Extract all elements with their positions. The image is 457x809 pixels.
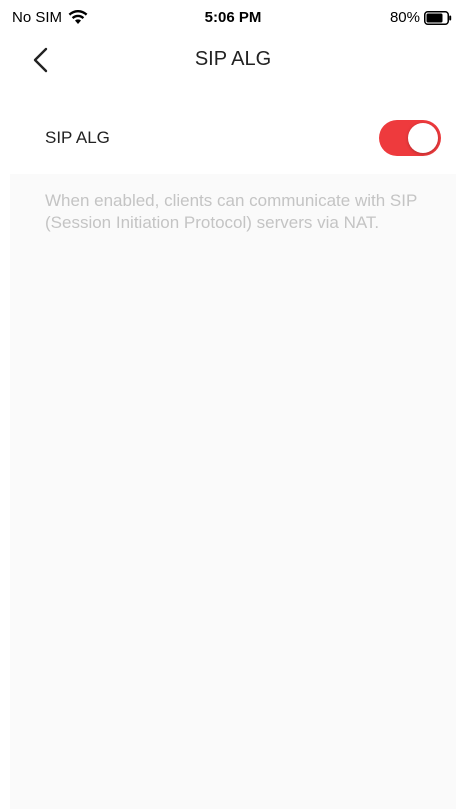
- app-screen: No SIM 5:06 PM 80% SIP ALG SIP ALG When …: [10, 0, 456, 809]
- setting-row-sip-alg: SIP ALG: [10, 84, 456, 174]
- page-title: SIP ALG: [194, 48, 272, 70]
- content-area: SIP ALG When enabled, clients can commun…: [10, 84, 456, 809]
- battery-percent: 80%: [389, 9, 420, 26]
- nav-bar: SIP ALG: [10, 36, 456, 84]
- status-bar: No SIM 5:06 PM 80%: [10, 0, 456, 36]
- battery-icon: [424, 10, 452, 25]
- status-right: 80%: [390, 9, 452, 26]
- setting-label: SIP ALG: [45, 128, 110, 147]
- sip-alg-toggle[interactable]: [379, 120, 441, 156]
- toggle-knob: [408, 123, 438, 153]
- battery-fill: [426, 13, 443, 22]
- setting-description: When enabled, clients can communicate wi…: [45, 191, 417, 232]
